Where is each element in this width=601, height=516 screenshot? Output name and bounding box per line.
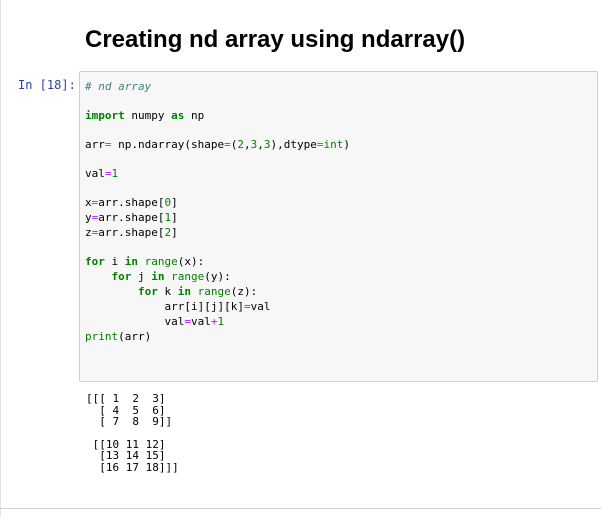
operator: = — [104, 138, 112, 151]
operator: = — [184, 315, 191, 328]
code-line: z=arr.shape[2] — [85, 225, 350, 240]
keyword: for — [137, 285, 158, 298]
cell-divider — [0, 508, 601, 509]
code-token: ] — [171, 226, 178, 239]
code-token: (z): — [230, 285, 258, 298]
code-line: val=1 — [85, 166, 350, 181]
notebook-left-border — [0, 0, 1, 516]
code-line: print(arr) — [85, 329, 350, 344]
code-token: (x): — [177, 255, 205, 268]
code-token: ),dtype — [270, 138, 317, 151]
code-line: for j in range(y): — [85, 269, 350, 284]
code-token: , — [257, 138, 264, 151]
code-token: i — [104, 255, 125, 268]
code-token: arr[i][j][k] — [164, 300, 244, 313]
code-token: val — [85, 167, 105, 180]
code-line: # nd array — [85, 79, 350, 94]
code-cell-input[interactable]: # nd array import numpy as np arr= np.ndar… — [79, 71, 598, 382]
keyword: in — [124, 255, 138, 268]
builtin-name: int — [323, 138, 344, 151]
code-line: arr[i][j][k]=val — [85, 299, 350, 314]
code-token: k — [157, 285, 178, 298]
code-token: arr.shape[ — [98, 196, 165, 209]
operator: = — [104, 167, 112, 180]
comment-text: # nd array — [85, 80, 152, 93]
code-token: val — [164, 315, 185, 328]
code-token: (arr) — [118, 330, 152, 343]
code-token: np.ndarray(shape — [111, 138, 225, 151]
output-line: [13 14 15] — [86, 449, 166, 462]
code-line: for k in range(z): — [85, 284, 350, 299]
code-token: (y): — [204, 270, 231, 283]
markdown-heading: Creating nd array using ndarray() — [85, 26, 466, 53]
code-token: ] — [171, 211, 178, 224]
keyword: for — [85, 255, 105, 268]
code-token: x — [85, 196, 92, 209]
keyword: for — [111, 270, 132, 283]
code-line: y=arr.shape[1] — [85, 210, 350, 225]
operator: = — [224, 138, 231, 151]
input-prompt: In [18]: — [18, 78, 76, 92]
keyword: in — [151, 270, 165, 283]
code-token: arr — [85, 138, 105, 151]
code-token: val — [190, 315, 211, 328]
code-token: val — [250, 300, 271, 313]
builtin-name: range — [144, 255, 178, 268]
code-token: z — [85, 226, 92, 239]
output-line: [ 7 8 9]] — [86, 415, 173, 428]
keyword: as — [171, 109, 185, 122]
code-token: , — [243, 138, 251, 151]
keyword: in — [177, 285, 191, 298]
code-token: y — [85, 211, 92, 224]
number-literal: 1 — [217, 315, 225, 328]
builtin-name: range — [171, 270, 205, 283]
code-token: arr.shape[ — [98, 211, 165, 224]
operator: = — [243, 300, 251, 313]
output-line: [16 17 18]]] — [86, 460, 179, 474]
output-line: [[[ 1 2 3] — [86, 392, 166, 405]
number-literal: 1 — [111, 167, 119, 180]
code-token: ) — [343, 138, 350, 151]
builtin-name: print — [85, 330, 119, 343]
code-line: arr= np.ndarray(shape=(2,3,3),dtype=int) — [85, 137, 350, 152]
code-line: import numpy as np — [85, 108, 350, 123]
code-token: j — [131, 270, 152, 283]
code-token: arr.shape[ — [98, 226, 165, 239]
code-line: x=arr.shape[0] — [85, 195, 350, 210]
code-line: val=val+1 — [85, 314, 350, 329]
code-editor[interactable]: # nd array import numpy as np arr= np.ndar… — [85, 79, 350, 344]
cell-output: [[[ 1 2 3] [ 4 5 6] [ 7 8 9]] [[10 11 12… — [86, 393, 179, 473]
builtin-name: range — [197, 285, 231, 298]
code-token: ] — [171, 196, 178, 209]
module-name: numpy — [124, 109, 172, 122]
alias-name: np — [184, 109, 205, 122]
code-line: for i in range(x): — [85, 254, 350, 269]
keyword: import — [85, 109, 125, 122]
number-literal: 2 — [237, 138, 244, 151]
